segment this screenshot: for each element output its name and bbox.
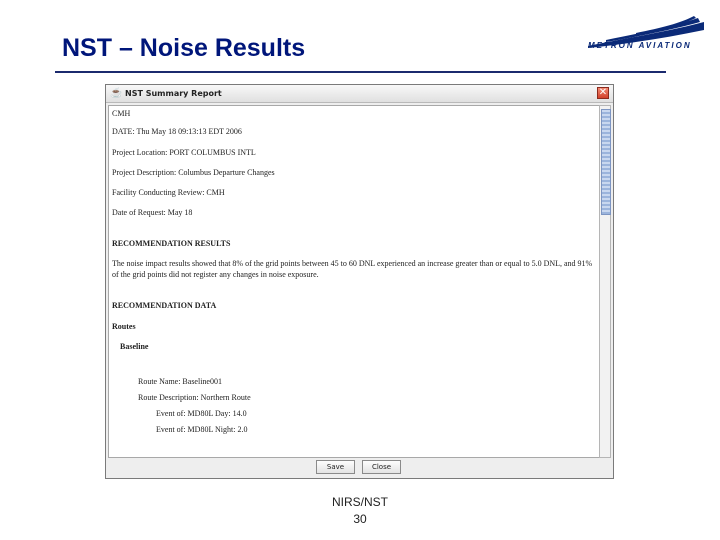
report-date-of-request: Date of Request: May 18 bbox=[112, 208, 193, 217]
window-close-button[interactable]: ✕ bbox=[597, 87, 609, 99]
report-project-location: Project Location: PORT COLUMBUS INTL bbox=[112, 148, 256, 157]
dialog-titlebar[interactable]: ☕ NST Summary Report ✕ bbox=[106, 85, 613, 103]
report-date: DATE: Thu May 18 09:13:13 EDT 2006 bbox=[112, 127, 242, 136]
baseline-heading: Baseline bbox=[120, 342, 149, 351]
title-divider bbox=[55, 71, 666, 73]
dialog-title: NST Summary Report bbox=[125, 89, 222, 98]
report-project-description: Project Description: Columbus Departure … bbox=[112, 168, 275, 177]
summary-report-dialog: ☕ NST Summary Report ✕ CMH DATE: Thu May… bbox=[105, 84, 614, 479]
save-button[interactable]: Save bbox=[316, 460, 355, 474]
results-text: The noise impact results showed that 8% … bbox=[112, 259, 593, 279]
footer-label: NIRS/NST bbox=[331, 495, 388, 509]
report-text-area[interactable]: CMH DATE: Thu May 18 09:13:13 EDT 2006 P… bbox=[108, 105, 601, 458]
vertical-scrollbar[interactable] bbox=[599, 105, 611, 458]
logo-swoosh-icon bbox=[588, 16, 704, 48]
report-facility: Facility Conducting Review: CMH bbox=[112, 188, 225, 197]
results-heading: RECOMMENDATION RESULTS bbox=[112, 239, 231, 248]
scrollbar-thumb[interactable] bbox=[601, 109, 611, 215]
routes-heading: Routes bbox=[112, 322, 136, 331]
slide-title: NST – Noise Results bbox=[62, 34, 306, 62]
event-night: Event of: MD80L Night: 2.0 bbox=[156, 425, 248, 434]
data-heading: RECOMMENDATION DATA bbox=[112, 301, 217, 310]
report-airport: CMH bbox=[112, 109, 131, 118]
app-window-icon: ☕ bbox=[110, 88, 123, 99]
slide-footer: NIRS/NST 30 bbox=[300, 494, 420, 528]
event-day: Event of: MD80L Day: 14.0 bbox=[156, 409, 247, 418]
logo-text: METRON AVIATION bbox=[588, 41, 692, 50]
dialog-button-bar: Save Close bbox=[106, 457, 613, 478]
page-number: 30 bbox=[353, 512, 367, 526]
route-name: Route Name: Baseline001 bbox=[138, 377, 222, 386]
route-description: Route Description: Northern Route bbox=[138, 393, 251, 402]
close-button[interactable]: Close bbox=[362, 460, 401, 474]
